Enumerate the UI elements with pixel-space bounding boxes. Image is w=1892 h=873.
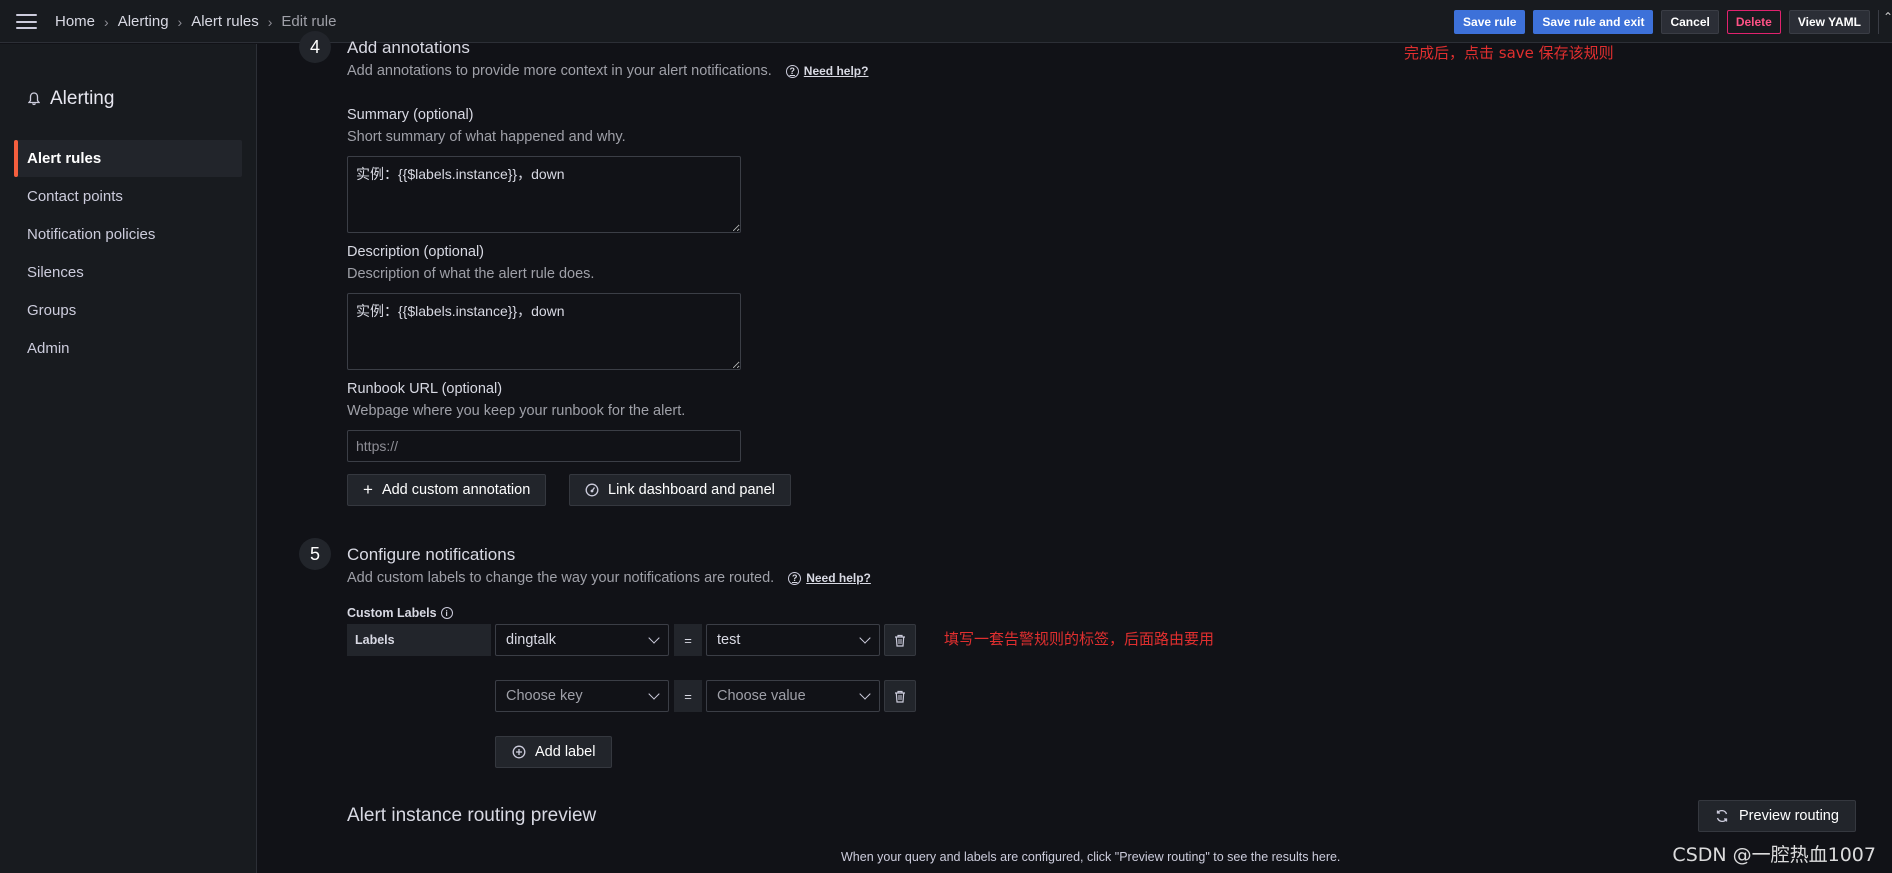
step-number-5: 5 [299,538,331,570]
link-dashboard-button[interactable]: Link dashboard and panel [569,474,791,506]
label-value-select[interactable]: test [706,624,880,656]
question-icon: ? [785,64,799,78]
top-bar: Home › Alerting › Alert rules › Edit rul… [0,0,1892,43]
custom-labels-title-text: Custom Labels [347,606,437,620]
add-custom-annotation-button[interactable]: + Add custom annotation [347,474,547,506]
link-dashboard-label: Link dashboard and panel [608,482,775,498]
sidebar-item-groups[interactable]: Groups [14,292,242,329]
question-icon: ? [788,571,802,585]
need-help-label: Need help? [803,64,869,78]
view-yaml-button[interactable]: View YAML [1788,10,1870,34]
label-value-value: test [717,632,741,648]
equals-sign: = [674,624,702,656]
chevron-down-icon [648,688,660,700]
need-help-link[interactable]: ? Need help? [785,64,869,78]
labels-group-label: Labels [347,624,491,656]
sidebar-item-contact-points[interactable]: Contact points [14,178,242,215]
label-key-value: dingtalk [506,632,556,648]
info-icon[interactable]: i [440,607,453,619]
summary-description: Short summary of what happened and why. [347,129,626,145]
sidebar-title: Alerting [28,88,114,110]
add-label-button[interactable]: Add label [495,736,613,768]
section-5-description: Add custom labels to change the way your… [347,570,871,586]
choose-key-placeholder: Choose key [506,688,583,704]
description-description: Description of what the alert rule does. [347,266,595,282]
save-rule-button[interactable]: Save rule [1454,10,1526,34]
section-5-title: Configure notifications [347,545,516,564]
runbook-url-input[interactable] [347,430,741,462]
remove-label-button[interactable] [884,624,916,656]
breadcrumb-alert-rules[interactable]: Alert rules [191,13,259,30]
remove-label-button-2[interactable] [884,680,916,712]
chevron-right-icon: › [104,13,109,30]
chevron-right-icon: › [267,13,273,30]
plus-icon: + [363,480,373,499]
routing-preview-title: Alert instance routing preview [347,805,597,826]
label-key-select[interactable]: dingtalk [495,624,669,656]
plus-circle-icon [512,745,526,759]
step-number-4: 4 [299,31,331,63]
summary-label: Summary (optional) [347,107,474,123]
section-4-description: Add annotations to provide more context … [347,63,868,79]
chevron-up-icon[interactable]: ⌃ [1878,10,1892,34]
sidebar: Alerting Alert rules Contact points Noti… [0,44,257,873]
custom-labels-title: Custom Labels i [347,606,453,620]
chevron-down-icon [859,688,871,700]
breadcrumb-alerting[interactable]: Alerting [118,13,169,30]
chevron-right-icon: › [177,13,183,30]
sidebar-item-admin[interactable]: Admin [14,330,242,367]
sidebar-item-notification-policies[interactable]: Notification policies [14,216,242,253]
breadcrumb-edit-rule: Edit rule [281,13,337,30]
dashboard-gauge-icon [585,483,599,497]
label-annotation-note: 填写一套告警规则的标签，后面路由要用 [944,630,1215,648]
choose-value-select[interactable]: Choose value [706,680,880,712]
refresh-icon [1716,809,1728,823]
preview-routing-label: Preview routing [1739,808,1839,824]
trash-icon [895,634,905,647]
section-4-title: Add annotations [347,38,470,57]
description-label: Description (optional) [347,244,485,260]
add-label-text: Add label [535,744,596,760]
breadcrumb-home[interactable]: Home [55,13,95,30]
routing-hint: When your query and labels are configure… [841,850,1341,864]
runbook-label: Runbook URL (optional) [347,381,503,397]
cancel-button[interactable]: Cancel [1661,10,1719,34]
section-4-description-text: Add annotations to provide more context … [347,63,772,79]
delete-button[interactable]: Delete [1726,10,1781,34]
need-help-label-2: Need help? [806,571,871,585]
sidebar-item-silences[interactable]: Silences [14,254,242,291]
runbook-description: Webpage where you keep your runbook for … [347,403,686,419]
sidebar-title-text: Alerting [50,88,115,109]
watermark: CSDN @一腔热血1007 [1672,844,1876,866]
trash-icon [895,690,905,703]
choose-value-placeholder: Choose value [717,688,806,704]
chevron-down-icon [648,632,660,644]
bell-icon [28,92,40,106]
equals-sign-2: = [674,680,702,712]
add-custom-annotation-label: Add custom annotation [381,482,531,498]
save-annotation-note: 完成后，点击 save 保存该规则 [1404,44,1614,62]
menu-icon[interactable] [16,14,37,29]
sidebar-nav: Alert rules Contact points Notification … [14,140,242,368]
sidebar-item-alert-rules[interactable]: Alert rules [14,140,242,177]
need-help-link-2[interactable]: ? Need help? [788,571,871,585]
section-5-description-text: Add custom labels to change the way your… [347,570,775,586]
choose-key-select[interactable]: Choose key [495,680,669,712]
preview-routing-button[interactable]: Preview routing [1698,800,1856,832]
top-actions: Save rule Save rule and exit Cancel Dele… [1454,10,1892,34]
chevron-down-icon [859,632,871,644]
save-rule-and-exit-button[interactable]: Save rule and exit [1533,10,1654,34]
breadcrumb: Home › Alerting › Alert rules › Edit rul… [55,13,336,30]
summary-textarea[interactable] [347,156,741,233]
description-textarea[interactable] [347,293,741,370]
